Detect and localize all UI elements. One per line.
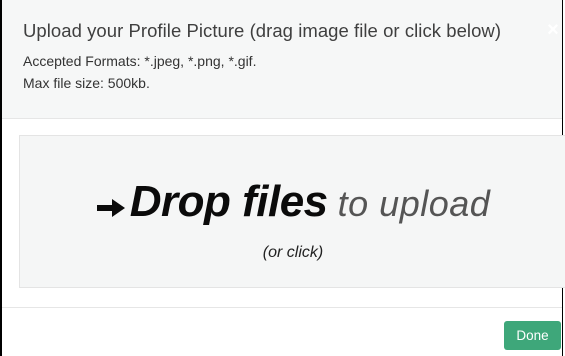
arrow-right-icon xyxy=(96,198,125,217)
max-file-size-text: Max file size: 500kb. xyxy=(23,75,150,91)
upload-modal: Upload your Profile Picture (drag image … xyxy=(0,0,565,356)
modal-header: Upload your Profile Picture (drag image … xyxy=(2,0,562,119)
dropzone-secondary-text: to upload xyxy=(337,183,491,224)
file-dropzone[interactable]: Drop files to upload (or click) xyxy=(19,135,565,288)
accepted-formats-text: Accepted Formats: *.jpeg, *.png, *.gif. xyxy=(23,53,257,69)
close-button[interactable]: × xyxy=(545,20,561,40)
done-button[interactable]: Done xyxy=(504,321,561,350)
dropzone-hint: (or click) xyxy=(262,244,324,261)
modal-title: Upload your Profile Picture (drag image … xyxy=(23,20,502,41)
dropzone-primary-text: Drop files xyxy=(129,177,328,226)
modal-body: Drop files to upload (or click) xyxy=(2,119,565,307)
dropzone-message: Drop files to upload xyxy=(20,178,565,236)
modal-footer: Done xyxy=(2,307,562,356)
